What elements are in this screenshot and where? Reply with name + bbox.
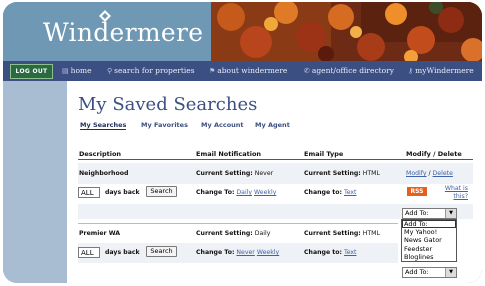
phone-icon: ✆ xyxy=(304,67,310,75)
days-back-input[interactable]: ALL xyxy=(78,247,100,258)
days-back-label: days back xyxy=(105,189,140,196)
dropdown-option[interactable]: Add To: xyxy=(402,220,456,229)
label: Current Setting: xyxy=(196,230,253,237)
search-button[interactable]: Search xyxy=(146,246,177,257)
tab-my-agent[interactable]: My Agent xyxy=(255,121,290,129)
row-divider xyxy=(78,223,398,224)
tab-my-favorites[interactable]: My Favorites xyxy=(141,121,188,129)
delete-link[interactable]: Delete xyxy=(433,170,453,177)
search-icon: ⚲ xyxy=(107,67,113,75)
notification-current: Current Setting: Never xyxy=(196,170,273,177)
rss-button[interactable]: RSS xyxy=(407,187,427,196)
add-to-select[interactable]: Add To: ▼ xyxy=(402,208,457,219)
add-to-select[interactable]: Add To: ▼ xyxy=(402,267,457,278)
tab-my-account[interactable]: My Account xyxy=(201,121,244,129)
column-header-type: Email Type xyxy=(304,150,344,158)
nav-label: home xyxy=(70,66,92,75)
page-title: My Saved Searches xyxy=(78,94,258,115)
select-value: Add To: xyxy=(405,268,429,276)
site-window: Windermere LOG OUT ▤ home ⚲ search for p… xyxy=(3,2,482,283)
chevron-down-icon: ▼ xyxy=(445,268,456,277)
label: Change to: xyxy=(304,249,342,256)
chevron-down-icon: ▼ xyxy=(445,209,456,218)
nav-item-home[interactable]: ▤ home xyxy=(62,65,92,77)
nav-label: agent/office directory xyxy=(311,66,394,75)
nav-item-directory[interactable]: ✆ agent/office directory xyxy=(304,65,394,77)
value: Never xyxy=(254,170,274,177)
label: Current Setting: xyxy=(304,230,361,237)
nav-label: about windermere xyxy=(217,66,288,75)
change-weekly-link[interactable]: Weekly xyxy=(254,189,276,196)
change-never-link[interactable]: Never xyxy=(236,249,254,256)
column-header-modify: Modify / Delete xyxy=(406,150,462,158)
notification-change: Change To: Daily Weekly xyxy=(196,189,276,196)
page-frame: Windermere LOG OUT ▤ home ⚲ search for p… xyxy=(0,0,485,286)
change-weekly-link[interactable]: Weekly xyxy=(257,249,279,256)
label: Change To: xyxy=(196,189,235,196)
label: Change to: xyxy=(304,189,342,196)
notification-change: Change To: Never Weekly xyxy=(196,249,279,256)
flag-icon: ⚑ xyxy=(209,67,216,75)
days-back-input[interactable]: ALL xyxy=(78,187,100,198)
notification-current: Current Setting: Daily xyxy=(196,230,270,237)
days-back-label: days back xyxy=(105,249,140,256)
logout-button[interactable]: LOG OUT xyxy=(10,64,53,79)
brand-logo[interactable]: Windermere xyxy=(43,18,203,47)
select-value: Add To: xyxy=(405,209,429,217)
dropdown-option[interactable]: Feedster xyxy=(402,245,456,253)
search-name: Neighborhood xyxy=(79,170,129,177)
nav-label: search for properties xyxy=(114,66,195,75)
site-header: Windermere xyxy=(3,2,482,61)
value: HTML xyxy=(362,230,380,237)
email-type-change: Change to: Text xyxy=(304,249,356,256)
page-icon: ▤ xyxy=(62,67,69,75)
add-to-dropdown: Add To: My Yahoo! News Gator Feedster Bl… xyxy=(401,219,457,262)
modify-delete: Modify / Delete xyxy=(406,170,453,177)
what-is-this-link[interactable]: What is this? xyxy=(438,185,468,201)
tab-my-searches[interactable]: My Searches xyxy=(80,121,127,130)
change-text-link[interactable]: Text xyxy=(344,249,357,256)
autumn-leaves-photo xyxy=(211,2,482,61)
column-header-description: Description xyxy=(79,150,122,158)
modify-link[interactable]: Modify xyxy=(406,170,427,177)
value: HTML xyxy=(362,170,380,177)
nav-item-mywindermere[interactable]: ⚷ myWindermere xyxy=(408,65,474,77)
label: Change To: xyxy=(196,249,235,256)
value: Daily xyxy=(254,230,271,237)
nav-label: myWindermere xyxy=(415,66,474,75)
email-type-current: Current Setting: HTML xyxy=(304,230,380,237)
change-daily-link[interactable]: Daily xyxy=(236,189,252,196)
main-navigation: LOG OUT ▤ home ⚲ search for properties ⚑ ab… xyxy=(3,61,482,81)
header-divider xyxy=(78,159,473,160)
change-text-link[interactable]: Text xyxy=(344,189,357,196)
dropdown-option[interactable]: News Gator xyxy=(402,236,456,244)
dropdown-option[interactable]: My Yahoo! xyxy=(402,228,456,236)
nav-item-search[interactable]: ⚲ search for properties xyxy=(107,65,195,77)
email-type-current: Current Setting: HTML xyxy=(304,170,380,177)
search-name: Premier WA xyxy=(79,230,121,237)
dropdown-option[interactable]: Bloglines xyxy=(402,253,456,261)
search-button[interactable]: Search xyxy=(146,186,177,197)
column-header-notification: Email Notification xyxy=(196,150,262,158)
label: Current Setting: xyxy=(196,170,253,177)
left-sidebar xyxy=(3,81,67,283)
email-type-change: Change to: Text xyxy=(304,189,356,196)
key-icon: ⚷ xyxy=(408,67,414,75)
nav-item-about[interactable]: ⚑ about windermere xyxy=(209,65,287,77)
main-content: My Saved Searches My Searches My Favorit… xyxy=(67,81,482,283)
label: Current Setting: xyxy=(304,170,361,177)
